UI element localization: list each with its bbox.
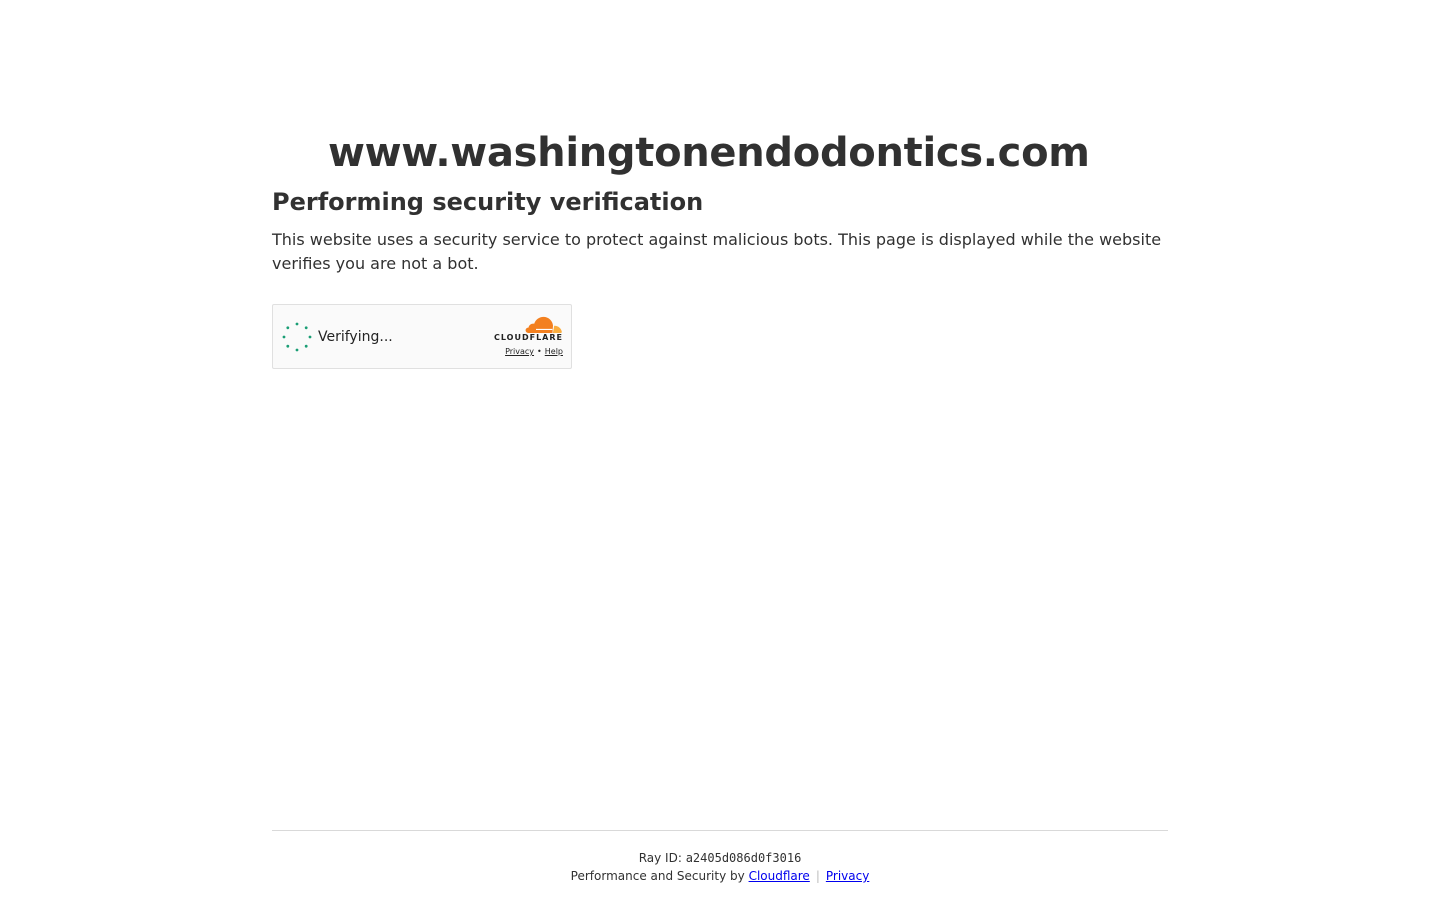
cloudflare-link[interactable]: Cloudflare xyxy=(749,869,810,883)
spinner-dot xyxy=(295,348,299,352)
page-description: This website uses a security service to … xyxy=(272,230,1162,273)
verifying-status: Verifying... xyxy=(318,329,393,345)
widget-links: Privacy • Help xyxy=(505,346,563,358)
spinner-dot xyxy=(286,326,290,330)
widget-privacy-link[interactable]: Privacy xyxy=(505,347,534,356)
challenge-page: www.washingtonendodontics.com Performing… xyxy=(0,0,1440,900)
footer-privacy-link[interactable]: Privacy xyxy=(826,869,869,883)
cloud-icon xyxy=(525,316,562,333)
performance-line: Performance and Security by Cloudflare | P… xyxy=(272,867,1168,885)
cloudflare-logo: CLOUDFLARE xyxy=(487,316,563,342)
ray-id-line: Ray ID: a2405d086d0f3016 xyxy=(272,849,1168,867)
ray-id-value: a2405d086d0f3016 xyxy=(685,851,802,865)
spinner-icon xyxy=(282,322,312,352)
spinner-dot xyxy=(308,335,312,339)
performance-text: Performance and Security by xyxy=(570,869,745,883)
widget-link-separator: • xyxy=(537,347,542,356)
spinner-dot xyxy=(286,344,290,348)
ray-id-label: Ray ID: xyxy=(638,851,682,865)
site-domain-title: www.washingtonendodontics.com xyxy=(328,130,1090,176)
footer-divider: | xyxy=(815,869,820,883)
spinner-dot xyxy=(304,326,308,330)
main-content: www.washingtonendodontics.com Performing… xyxy=(272,128,1168,276)
turnstile-widget[interactable]: Verifying... CLOUDFLARE Privacy • Help xyxy=(272,304,572,369)
page-heading: Performing security verification xyxy=(272,188,704,216)
cloudflare-wordmark: CLOUDFLARE xyxy=(494,333,563,342)
widget-help-link[interactable]: Help xyxy=(545,347,563,356)
spinner-dot xyxy=(295,322,299,326)
footer: Ray ID: a2405d086d0f3016 Performance and… xyxy=(272,830,1168,885)
spinner-dot xyxy=(282,335,286,339)
spinner-dot xyxy=(304,344,308,348)
